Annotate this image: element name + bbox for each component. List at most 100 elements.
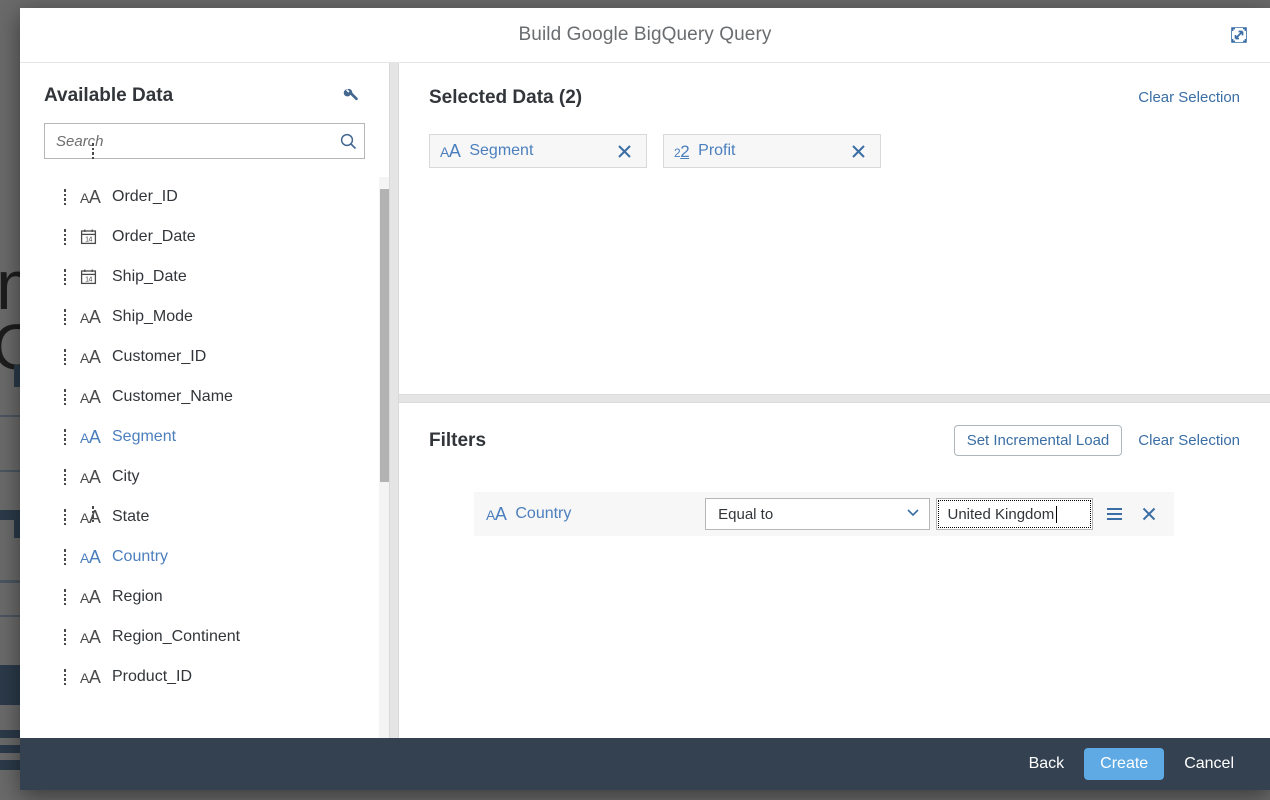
available-field-row[interactable]: AA Order_ID — [20, 177, 389, 217]
selected-data-token[interactable]: AA Segment — [91, 134, 647, 168]
text-type-icon: AA — [440, 141, 461, 161]
remove-token-icon[interactable] — [614, 141, 634, 161]
filter-operator-value: Equal to — [718, 505, 774, 523]
filter-field[interactable]: AA Country — [91, 504, 705, 524]
selected-data-token-label: Segment — [469, 142, 534, 159]
backdrop-divider — [0, 470, 22, 472]
create-button[interactable]: Create — [1084, 748, 1165, 780]
filters-clear-selection-button[interactable]: Clear Selection — [1136, 428, 1242, 453]
text-type-icon: AA — [80, 627, 101, 647]
available-field-row[interactable]: AA Ship_Mode — [20, 297, 389, 337]
text-type-icon: AA — [80, 467, 101, 487]
filter-value-field[interactable] — [936, 498, 1093, 530]
selected-data-header: Selected Data (2) Clear Selection — [399, 63, 1270, 110]
available-field-row[interactable]: AA Region_Continent — [20, 617, 389, 657]
filter-row: AA Country Equal to — [91, 492, 1174, 536]
available-field-row[interactable]: AA Customer_Name — [20, 377, 389, 417]
filter-value-input[interactable] — [945, 504, 1058, 524]
available-field-row[interactable]: AA Segment — [20, 417, 389, 457]
text-type-icon: AA — [80, 347, 101, 367]
dialog-header: Build Google BigQuery Query — [20, 8, 1270, 63]
wrench-icon[interactable] — [337, 83, 363, 109]
selected-clear-selection-button[interactable]: Clear Selection — [1136, 85, 1242, 110]
drag-handle-icon[interactable] — [60, 309, 70, 325]
dialog-body: Available Data Search AA Order_ID 14 Ord… — [20, 63, 1270, 738]
sidebar-scrollbar-thumb[interactable] — [380, 189, 389, 482]
vertical-splitter[interactable] — [389, 63, 399, 738]
svg-text:14: 14 — [85, 276, 92, 283]
text-type-icon: AA — [486, 504, 507, 524]
available-field-row[interactable]: 14 Order_Date — [20, 217, 389, 257]
cancel-button[interactable]: Cancel — [1170, 748, 1248, 780]
available-field-row[interactable]: AA City — [20, 457, 389, 497]
filter-rows: AA Country Equal to — [91, 456, 1270, 536]
selected-data-section: Selected Data (2) Clear Selection AA Segm… — [91, 63, 1270, 394]
drag-handle-icon[interactable] — [88, 506, 98, 522]
text-type-icon: AA — [80, 387, 101, 407]
text-type-icon: AA — [80, 587, 101, 607]
selected-data-token[interactable]: 22 Profit — [91, 134, 881, 168]
drag-handle-icon[interactable] — [60, 549, 70, 565]
drag-handle-icon[interactable] — [60, 669, 70, 685]
selected-data-token-label: Profit — [698, 142, 736, 159]
available-fields-list[interactable]: AA Order_ID 14 Order_Date 14 Ship_Date AA Ship_… — [20, 177, 389, 738]
search-icon[interactable] — [332, 125, 364, 157]
drag-handle-icon[interactable] — [60, 429, 70, 445]
available-field-row[interactable]: AA Region — [20, 577, 389, 617]
drag-handle-icon[interactable] — [60, 189, 70, 205]
calendar-icon: 14 — [80, 268, 102, 287]
backdrop-divider — [0, 415, 22, 417]
svg-text:14: 14 — [85, 236, 92, 243]
drag-handle-icon[interactable] — [60, 389, 70, 405]
filters-section: Filters Set Incremental Load Clear Selec… — [91, 403, 1270, 738]
backdrop-strip — [0, 760, 20, 770]
available-field-label: Order_ID — [112, 188, 178, 205]
drag-handle-icon[interactable] — [60, 509, 70, 525]
right-content: Selected Data (2) Clear Selection AA Segm… — [91, 63, 1270, 738]
text-type-icon: AA — [80, 187, 101, 207]
drag-handle-icon[interactable] — [60, 269, 70, 285]
dialog-title: Build Google BigQuery Query — [518, 24, 772, 45]
horizontal-splitter[interactable] — [399, 394, 1270, 403]
drag-handle-icon[interactable] — [60, 589, 70, 605]
remove-token-icon[interactable] — [848, 141, 868, 161]
text-type-icon: AA — [80, 307, 101, 327]
available-field-label: Segment — [112, 428, 177, 445]
list-icon[interactable] — [1102, 501, 1128, 527]
expand-icon[interactable] — [1222, 18, 1256, 52]
available-field-label: State — [112, 508, 150, 525]
available-field-label: Country — [112, 548, 169, 565]
text-cursor — [1056, 505, 1058, 523]
backdrop-strip — [0, 745, 20, 753]
available-data-title: Available Data — [44, 85, 174, 106]
drag-handle-icon[interactable] — [60, 629, 70, 645]
available-field-label: Order_Date — [112, 228, 196, 245]
remove-filter-icon[interactable] — [1136, 501, 1162, 527]
filter-operator-select[interactable]: Equal to — [705, 498, 931, 530]
calendar-icon: 14 — [80, 228, 102, 247]
available-field-row[interactable]: AA Customer_ID — [20, 337, 389, 377]
text-type-icon: AA — [80, 667, 101, 687]
back-button[interactable]: Back — [1015, 748, 1079, 780]
available-field-row[interactable]: 14 Ship_Date — [20, 257, 389, 297]
set-incremental-load-button[interactable]: Set Incremental Load — [953, 425, 1123, 456]
selected-data-title: Selected Data (2) — [429, 86, 583, 108]
sidebar-scrollbar-track[interactable] — [379, 177, 389, 738]
available-field-row[interactable]: AA Country — [20, 537, 389, 577]
drag-handle-icon[interactable] — [88, 143, 98, 159]
drag-handle-icon[interactable] — [60, 229, 70, 245]
available-field-row[interactable]: AA Product_ID — [20, 657, 389, 697]
available-field-row[interactable]: AA State — [20, 497, 389, 537]
backdrop-divider — [0, 615, 22, 617]
drag-handle-icon[interactable] — [60, 469, 70, 485]
available-field-label: Product_ID — [112, 668, 193, 685]
filters-header: Filters Set Incremental Load Clear Selec… — [399, 403, 1270, 456]
drag-handle-icon[interactable] — [60, 349, 70, 365]
available-field-label: Customer_ID — [112, 348, 207, 365]
filters-title: Filters — [429, 429, 487, 451]
available-data-header: Available Data — [20, 63, 389, 115]
available-field-label: Region — [112, 588, 163, 605]
available-data-panel: Available Data Search AA Order_ID 14 Ord… — [20, 63, 389, 738]
chevron-down-icon — [905, 504, 921, 525]
dialog-footer: Back Create Cancel — [20, 738, 1270, 790]
